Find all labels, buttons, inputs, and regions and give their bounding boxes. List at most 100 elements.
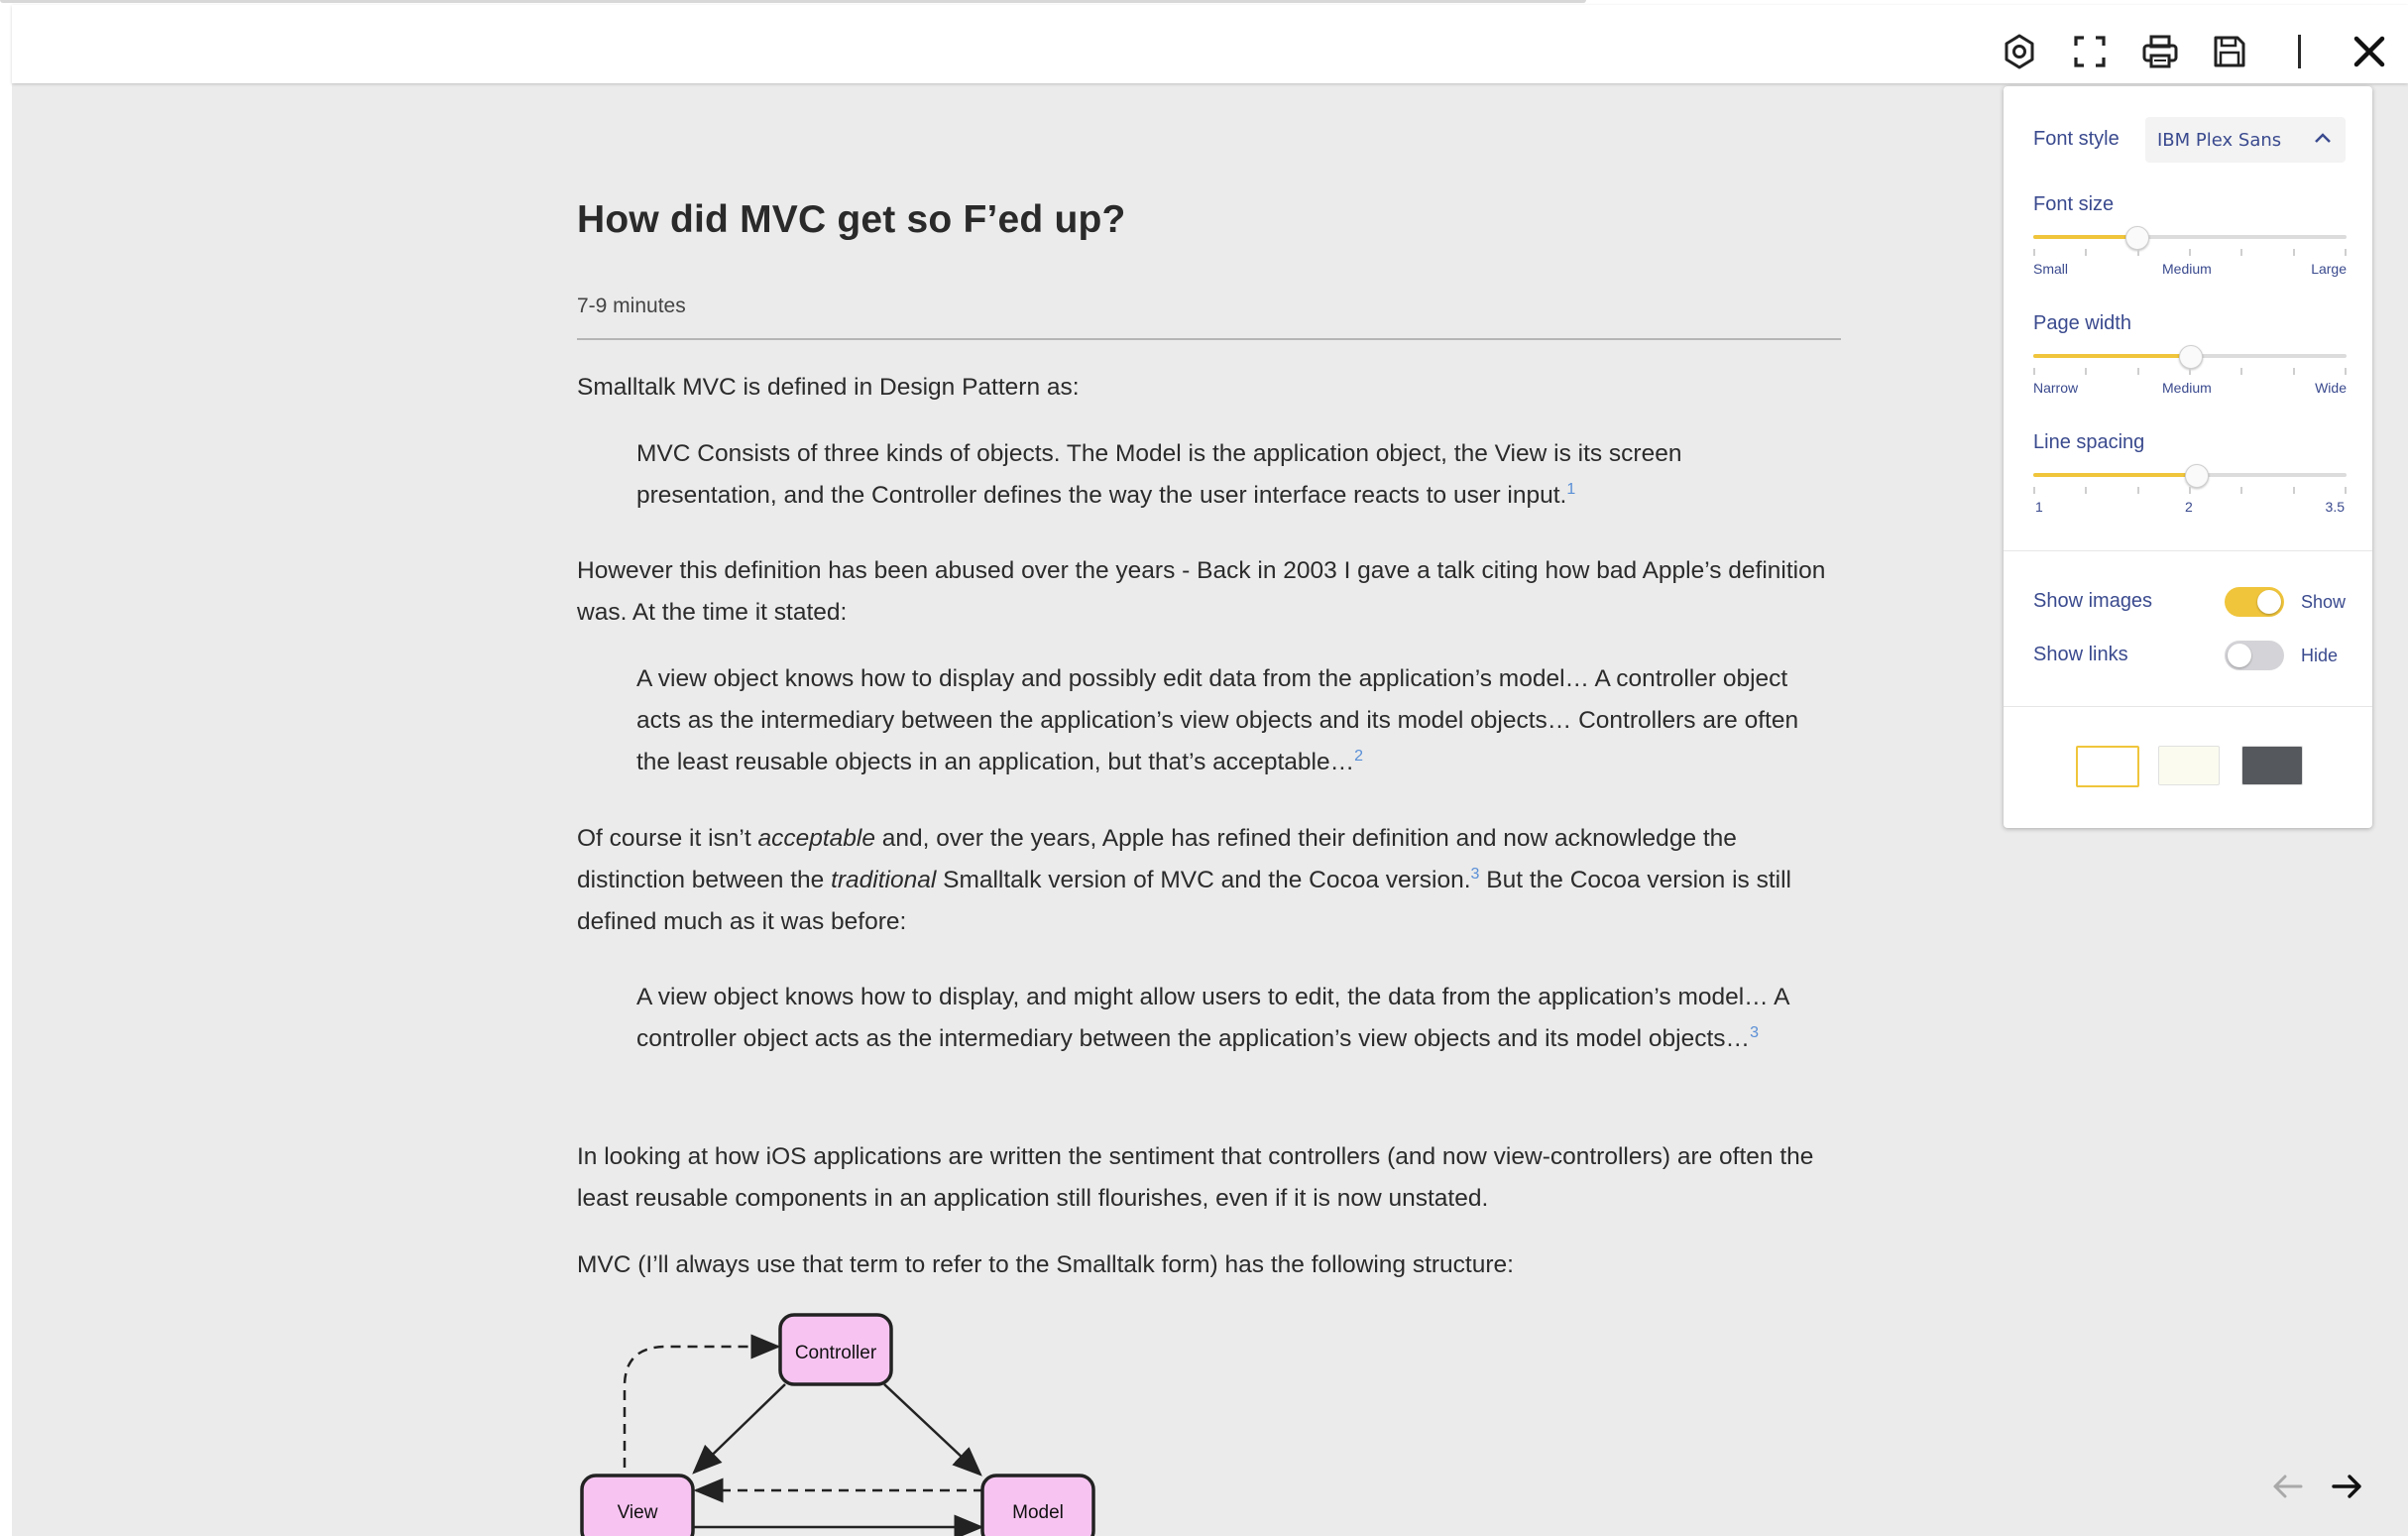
next-page-arrow-icon[interactable] [2326, 1466, 2367, 1507]
quote-text: A view object knows how to display, and … [636, 984, 1789, 1052]
toggle-knob [2257, 590, 2281, 614]
blockquote: A view object knows how to display, and … [636, 977, 1826, 1060]
slider-tick [2137, 249, 2139, 256]
blockquote: MVC Consists of three kinds of objects. … [636, 433, 1826, 517]
controller-label: Controller [795, 1343, 877, 1363]
page-width-label: Page width [2033, 312, 2131, 334]
save-icon [2214, 36, 2245, 67]
slider-tick [2345, 249, 2347, 256]
emphasis: traditional [831, 867, 937, 893]
show-links-state: Hide [2301, 646, 2339, 665]
font-size-slider[interactable] [2033, 225, 2347, 265]
slider-tick [2293, 249, 2295, 256]
model-label: Model [1012, 1502, 1064, 1523]
font-style-label: Font style [2033, 128, 2120, 150]
article-title: How did MVC get so F’ed up? [577, 198, 1126, 241]
theme-light-swatch[interactable] [2076, 746, 2139, 787]
line-spacing-mid-label: 2 [2185, 499, 2193, 515]
paragraph: In looking at how iOS applications are w… [577, 1143, 1814, 1212]
print-icon [2142, 35, 2178, 68]
quote-text: A view object knows how to display and p… [636, 665, 1799, 775]
view-label: View [618, 1502, 658, 1523]
slider-thumb[interactable] [2179, 345, 2203, 369]
toolbar-separator [2298, 35, 2301, 68]
line-spacing-slider[interactable] [2033, 463, 2347, 503]
footnote-ref[interactable]: 1 [1566, 481, 1575, 498]
slider-tick [2033, 487, 2035, 494]
slider-tick [2240, 368, 2242, 375]
print-button[interactable] [2133, 25, 2187, 78]
slider-tick [2293, 487, 2295, 494]
settings-icon [2005, 34, 2034, 69]
paragraph: Smalltalk MVC is defined in Design Patte… [577, 374, 1080, 401]
slider-tick [2085, 249, 2087, 256]
slider-thumb[interactable] [2185, 464, 2209, 488]
mvc-diagram: Controller View Model [580, 1313, 1095, 1536]
blockquote: A view object knows how to display and p… [636, 658, 1826, 783]
page-width-mid-label: Medium [2162, 380, 2212, 396]
page-width-slider[interactable] [2033, 344, 2347, 384]
diagram-arrow [883, 1383, 982, 1477]
font-size-label: Font size [2033, 193, 2115, 215]
slider-tick [2293, 368, 2295, 375]
page-width-min-label: Narrow [2033, 380, 2079, 396]
show-images-toggle[interactable] [2225, 587, 2284, 617]
footnote-ref[interactable]: 2 [1354, 748, 1363, 765]
show-links-toggle[interactable] [2225, 641, 2284, 670]
slider-tick [2240, 249, 2242, 256]
slider-tick [2189, 249, 2191, 256]
slider-tick [2137, 487, 2139, 494]
diagram-arrow [623, 1334, 781, 1468]
emphasis: acceptable [757, 825, 875, 852]
panel-divider [2004, 550, 2372, 551]
slider-fill [2033, 235, 2136, 239]
slider-tick [2085, 487, 2087, 494]
font-size-max-label: Large [2311, 261, 2347, 277]
toggle-knob [2228, 644, 2251, 667]
slider-tick [2137, 368, 2139, 375]
footnote-ref[interactable]: 3 [1750, 1024, 1759, 1041]
paragraph: However this definition has been abused … [577, 557, 1826, 626]
font-size-mid-label: Medium [2162, 261, 2212, 277]
slider-tick [2189, 368, 2191, 375]
show-links-label: Show links [2033, 644, 2128, 665]
font-size-min-label: Small [2033, 261, 2069, 277]
settings-button[interactable] [1993, 25, 2046, 78]
paragraph: MVC (I’ll always use that term to refer … [577, 1251, 1514, 1278]
reader-toolbar [12, 5, 2408, 83]
slider-tick [2085, 368, 2087, 375]
settings-panel: Font style IBM Plex Sans Font size Small… [2004, 86, 2372, 828]
slider-fill [2033, 354, 2190, 358]
slider-tick [2189, 487, 2191, 494]
chevron-up-icon [2315, 133, 2331, 143]
theme-sepia-swatch[interactable] [2158, 746, 2220, 785]
browser-tab-edge [0, 0, 1586, 3]
slider-tick [2240, 487, 2242, 494]
font-style-value: IBM Plex Sans [2157, 130, 2282, 151]
panel-divider [2004, 706, 2372, 707]
slider-tick [2033, 249, 2035, 256]
diagram-arrow [692, 1383, 786, 1475]
show-images-state: Show [2301, 592, 2347, 612]
article: How did MVC get so F’ed up? 7-9 minutes … [577, 198, 1841, 1278]
text-run: Of course it isn’t [577, 825, 758, 852]
slider-tick [2345, 368, 2347, 375]
font-style-select[interactable]: IBM Plex Sans [2145, 117, 2346, 163]
quote-text: MVC Consists of three kinds of objects. … [636, 440, 1682, 509]
fullscreen-button[interactable] [2063, 25, 2117, 78]
title-divider [577, 338, 1841, 340]
paragraph: Of course it isn’t acceptable and, over … [577, 818, 1841, 943]
footnote-ref[interactable]: 3 [1471, 866, 1480, 883]
slider-thumb[interactable] [2125, 226, 2149, 250]
close-button[interactable] [2343, 25, 2396, 78]
previous-page-arrow-icon[interactable] [2267, 1466, 2309, 1507]
close-icon [2353, 36, 2385, 67]
fullscreen-icon [2074, 36, 2106, 67]
page-width-max-label: Wide [2315, 380, 2347, 396]
line-spacing-label: Line spacing [2033, 431, 2145, 453]
save-button[interactable] [2203, 25, 2256, 78]
slider-tick [2033, 368, 2035, 375]
theme-dark-swatch[interactable] [2241, 746, 2303, 785]
slider-tick [2345, 487, 2347, 494]
line-spacing-min-label: 1 [2035, 499, 2043, 515]
